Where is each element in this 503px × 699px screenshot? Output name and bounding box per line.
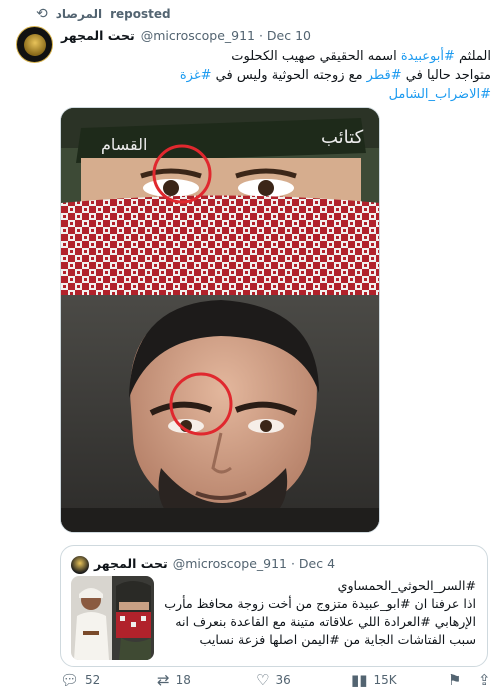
post-text: الملثم #أبوعبيدة اسمه الحقيقي صهيب الكحل… <box>61 47 491 104</box>
quoted-text-line: سبب الفتاشات الجاية من #اليمن اصلها فزعة… <box>199 632 476 647</box>
views-button[interactable]: ▮▮ 15K <box>351 670 397 689</box>
hashtag-link[interactable]: #قطر <box>367 68 402 83</box>
post-text-segment: مع زوجته الحوثية وليس في <box>211 68 367 83</box>
quoted-author-avatar[interactable] <box>71 556 89 574</box>
views-chart-icon: ▮▮ <box>351 670 368 689</box>
hashtag-link[interactable]: #غزة <box>180 68 212 83</box>
hashtag-link[interactable]: #أبوعبيدة <box>401 49 455 64</box>
post-text-segment: الملثم <box>454 49 491 64</box>
post-text-line: #الاضراب_الشامل <box>61 85 491 104</box>
quoted-author-name[interactable]: تحت المجهر <box>94 556 168 571</box>
like-button[interactable]: ♡ 36 <box>256 670 291 689</box>
retweet-button[interactable]: ⇄ 18 <box>157 670 191 689</box>
bookmark-icon: ⚑ <box>448 670 462 689</box>
quoted-text-line: اذا عرفنا ان #ابو_عبيدة متزوج من أخت زوج… <box>164 596 476 611</box>
quoted-post-text: #السر_الحوثي_الحمساوي اذا عرفنا ان #ابو_ع… <box>158 577 476 649</box>
reply-button[interactable]: 💬︎ 52 <box>60 670 101 689</box>
repost-icon: ⟲ <box>36 6 48 22</box>
views-count: 15K <box>373 673 397 687</box>
post-header: تحت المجهر @microscope_911 · Dec 10 <box>61 28 311 43</box>
post-text-line: الملثم #أبوعبيدة اسمه الحقيقي صهيب الكحل… <box>61 47 491 66</box>
quoted-post[interactable]: تحت المجهر @microscope_911 · Dec 4 #السر… <box>60 545 488 667</box>
crown-icon <box>23 33 46 56</box>
author-avatar[interactable] <box>16 26 53 63</box>
like-count: 36 <box>275 673 291 687</box>
quoted-media-thumbnail[interactable] <box>71 576 154 660</box>
post-media-image[interactable]: كتائب القسام <box>60 107 380 533</box>
post-text-segment: اسمه الحقيقي صهيب الكحلوت <box>231 49 401 64</box>
quoted-text-line: #السر_الحوثي_الحمساوي <box>337 578 476 593</box>
author-name[interactable]: تحت المجهر <box>61 28 135 43</box>
reply-count: 52 <box>85 673 101 687</box>
post-text-line: متواجد حاليا في #قطر مع زوجته الحوثية ول… <box>61 66 491 85</box>
share-button[interactable]: ⇪ <box>478 670 491 689</box>
hashtag-link[interactable]: #الاضراب_الشامل <box>389 87 491 102</box>
bookmark-button[interactable]: ⚑ <box>448 670 462 689</box>
reply-icon: 💬︎ <box>60 670 80 689</box>
repost-indicator[interactable]: ⟲ المرصاد reposted <box>36 7 171 21</box>
post-text-segment: متواجد حاليا في <box>401 68 491 83</box>
heart-icon: ♡ <box>256 670 270 689</box>
share-icon: ⇪ <box>478 670 491 689</box>
svg-text:القسام: القسام <box>101 135 147 154</box>
repost-label: reposted <box>110 7 171 21</box>
quoted-text-line: الإرهابي #العرادة اللي علاقاته متينة مع … <box>175 614 476 629</box>
retweet-icon: ⇄ <box>157 670 170 689</box>
quoted-post-header: تحت المجهر @microscope_911 · Dec 4 <box>94 556 335 571</box>
headband-lettering: كتائب <box>321 127 364 148</box>
author-handle-date[interactable]: @microscope_911 · Dec 10 <box>141 28 311 43</box>
reposter-name: المرصاد <box>55 7 103 21</box>
media-photo: كتائب القسام <box>61 108 379 532</box>
quoted-author-handle-date[interactable]: @microscope_911 · Dec 4 <box>173 556 335 571</box>
retweet-count: 18 <box>175 673 191 687</box>
